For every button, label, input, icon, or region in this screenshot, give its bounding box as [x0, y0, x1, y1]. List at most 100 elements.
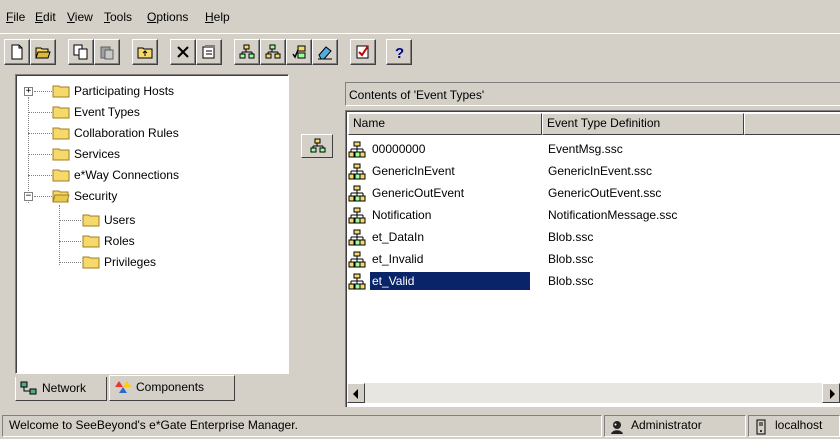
- menu-view[interactable]: View: [67, 10, 93, 24]
- column-header-name[interactable]: Name: [348, 113, 542, 135]
- remove-node-icon: [265, 44, 281, 59]
- event-type-name: et_Valid: [370, 272, 530, 290]
- new-button[interactable]: [4, 39, 30, 65]
- add-node-button[interactable]: [234, 39, 260, 65]
- scroll-right-button[interactable]: [822, 383, 840, 403]
- tree-connector: [28, 112, 52, 113]
- event-type-definition: NotificationMessage.ssc: [548, 208, 678, 222]
- scroll-left-button[interactable]: [347, 383, 365, 403]
- event-type-definition: Blob.ssc: [548, 252, 594, 266]
- delete-button[interactable]: [170, 39, 196, 65]
- tree-connector: [59, 241, 81, 242]
- contents-header: Contents of 'Event Types': [345, 82, 840, 106]
- event-type-name: et_DataIn: [372, 230, 425, 244]
- folder-icon: [82, 235, 100, 248]
- open-folder-icon: [52, 190, 70, 203]
- table-row[interactable]: et_DataIn Blob.ssc: [348, 227, 838, 249]
- checked-doc-button[interactable]: [350, 39, 376, 65]
- folder-icon: [52, 85, 70, 98]
- table-row-selected[interactable]: et_Valid Blob.ssc: [348, 271, 838, 293]
- properties-icon: [202, 45, 215, 59]
- user-icon: [611, 421, 623, 434]
- table-row[interactable]: Notification NotificationMessage.ssc: [348, 205, 838, 227]
- status-host: localhost: [748, 415, 840, 437]
- expand-toggle[interactable]: +: [24, 87, 33, 96]
- event-type-icon: [348, 163, 366, 180]
- tree-connector: [34, 196, 52, 197]
- event-type-icon: [348, 141, 366, 158]
- event-type-name: GenericInEvent: [372, 164, 455, 178]
- help-button[interactable]: ?: [386, 39, 412, 65]
- component-tree[interactable]: + Participating Hosts Event Types Collab…: [15, 74, 289, 374]
- event-type-icon: [348, 207, 366, 224]
- menu-help[interactable]: Help: [205, 10, 230, 24]
- folder-icon: [52, 169, 70, 182]
- tab-components[interactable]: Components: [109, 375, 235, 401]
- server-icon: [756, 419, 766, 435]
- new-event-type-button[interactable]: [301, 134, 333, 158]
- properties-button[interactable]: [196, 39, 222, 65]
- up-folder-icon: [137, 47, 153, 59]
- new-icon: [11, 44, 23, 60]
- menu-options[interactable]: Options: [147, 10, 188, 24]
- event-type-name: Notification: [372, 208, 432, 222]
- remove-node-button[interactable]: [260, 39, 286, 65]
- column-header-definition[interactable]: Event Type Definition: [542, 113, 744, 135]
- add-node-icon: [239, 44, 255, 59]
- menu-bar: File Edit View Tools Options Help: [0, 0, 840, 32]
- folder-icon: [82, 256, 100, 269]
- tree-connector: [28, 154, 52, 155]
- view-tabs: Network Components: [15, 375, 289, 403]
- menu-tools[interactable]: Tools: [104, 10, 132, 24]
- menu-file[interactable]: File: [6, 10, 25, 24]
- tree-connector: [28, 133, 52, 134]
- status-user: Administrator: [604, 415, 746, 437]
- tree-connector: [59, 262, 81, 263]
- arrow-left-icon: [353, 389, 358, 399]
- event-type-definition: EventMsg.ssc: [548, 142, 623, 156]
- eraser-icon: [318, 46, 332, 60]
- table-row[interactable]: 00000000 EventMsg.ssc: [348, 139, 838, 161]
- table-row[interactable]: GenericInEvent GenericInEvent.ssc: [348, 161, 838, 183]
- delete-icon: [177, 46, 189, 58]
- event-type-icon: [348, 273, 366, 290]
- event-type-icon: [348, 185, 366, 202]
- tab-network[interactable]: Network: [15, 377, 107, 401]
- collapse-toggle[interactable]: −: [24, 192, 33, 201]
- up-folder-button[interactable]: [132, 39, 158, 65]
- tree-connector: [59, 220, 81, 221]
- copy-icon: [73, 44, 88, 60]
- status-bar: Welcome to SeeBeyond's e*Gate Enterprise…: [0, 413, 840, 439]
- table-row[interactable]: GenericOutEvent GenericOutEvent.ssc: [348, 183, 838, 205]
- network-icon: [20, 381, 37, 395]
- event-type-definition: Blob.ssc: [548, 230, 594, 244]
- check-node-button[interactable]: [286, 39, 312, 65]
- event-type-name: 00000000: [372, 142, 426, 156]
- paste-button[interactable]: [94, 39, 120, 65]
- table-row[interactable]: et_Invalid Blob.ssc: [348, 249, 838, 271]
- event-types-list[interactable]: Name Event Type Definition 00000000 Even…: [345, 110, 840, 407]
- open-button[interactable]: [30, 39, 56, 65]
- folder-icon: [52, 106, 70, 119]
- help-icon: ?: [395, 45, 404, 60]
- folder-icon: [52, 148, 70, 161]
- contents-title: Contents of 'Event Types': [349, 88, 485, 102]
- svg-text:?: ?: [395, 45, 404, 60]
- tree-connector: [28, 175, 52, 176]
- event-type-name: GenericOutEvent: [372, 186, 465, 200]
- tree-connector: [34, 91, 52, 92]
- open-icon: [35, 47, 51, 59]
- add-node-icon: [310, 138, 326, 153]
- tree-connector: [59, 205, 60, 265]
- copy-button[interactable]: [68, 39, 94, 65]
- paste-icon: [100, 46, 114, 60]
- folder-icon: [52, 127, 70, 140]
- horizontal-scrollbar[interactable]: [347, 383, 840, 403]
- event-type-icon: [348, 251, 366, 268]
- column-header-empty[interactable]: [744, 113, 840, 135]
- event-type-definition: GenericOutEvent.ssc: [548, 186, 662, 200]
- toolbar: ?: [0, 33, 840, 69]
- menu-edit[interactable]: Edit: [35, 10, 56, 24]
- components-icon: [115, 381, 131, 393]
- eraser-button[interactable]: [312, 39, 338, 65]
